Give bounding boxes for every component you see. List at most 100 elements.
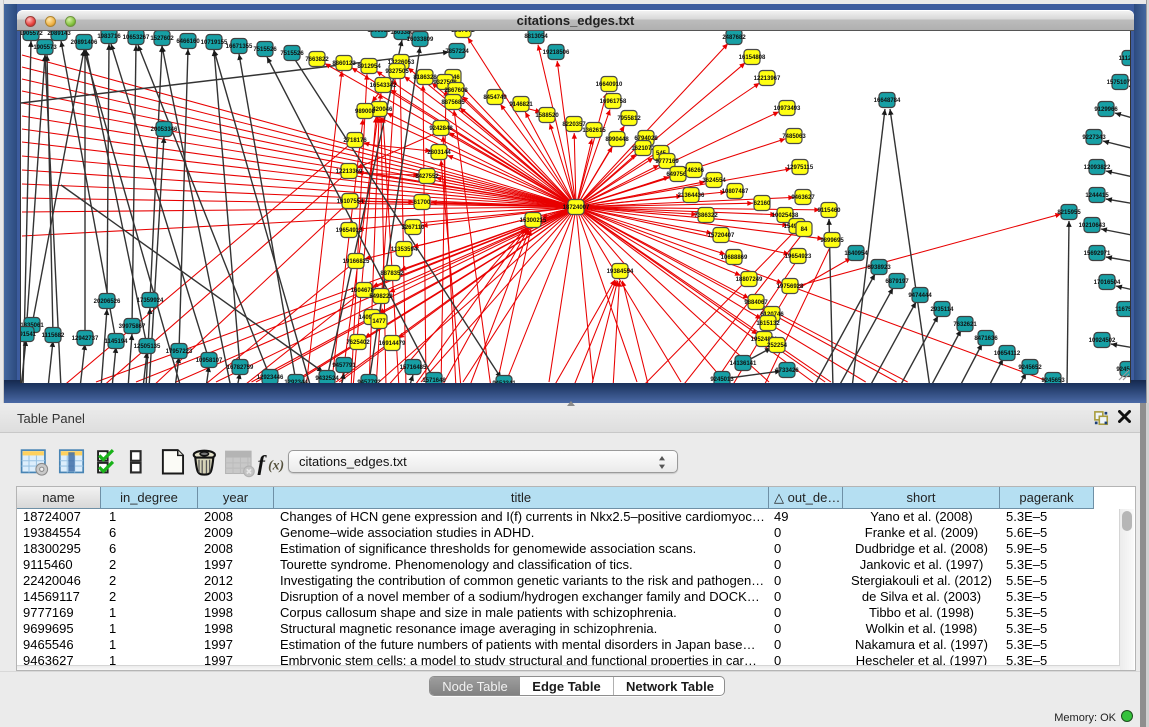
svg-text:8215955: 8215955 xyxy=(1057,210,1081,216)
svg-text:9327505: 9327505 xyxy=(385,69,409,75)
svg-text:1733426: 1733426 xyxy=(775,368,799,374)
svg-text:18724007: 18724007 xyxy=(563,205,590,211)
svg-text:9463627: 9463627 xyxy=(791,195,815,201)
svg-text:6879197: 6879197 xyxy=(885,279,909,285)
svg-text:7515526: 7515526 xyxy=(253,47,277,53)
svg-text:9245013: 9245013 xyxy=(710,377,734,383)
svg-text:12942737: 12942737 xyxy=(72,336,99,342)
svg-text:39975867: 39975867 xyxy=(119,324,146,330)
svg-text:8875685: 8875685 xyxy=(441,100,465,106)
svg-text:2867608: 2867608 xyxy=(444,88,468,94)
svg-text:15692971: 15692971 xyxy=(1084,251,1111,257)
svg-text:16671355: 16671355 xyxy=(226,44,253,50)
svg-text:1615132: 1615132 xyxy=(756,321,780,327)
svg-text:15720407: 15720407 xyxy=(708,233,735,239)
svg-text:9146821: 9146821 xyxy=(509,102,533,108)
svg-text:5498222: 5498222 xyxy=(369,294,393,300)
svg-text:8860123: 8860123 xyxy=(332,61,356,67)
svg-text:9242848: 9242848 xyxy=(429,126,453,132)
svg-text:9474444: 9474444 xyxy=(908,293,932,299)
svg-text:16543342: 16543342 xyxy=(370,83,397,89)
svg-text:7955812: 7955812 xyxy=(617,116,641,122)
svg-text:17359924: 17359924 xyxy=(137,298,164,304)
svg-text:2803144: 2803144 xyxy=(427,150,451,156)
svg-text:7485063: 7485063 xyxy=(782,134,806,140)
svg-text:3624554: 3624554 xyxy=(702,178,726,184)
svg-text:1640954: 1640954 xyxy=(844,251,868,257)
svg-text:2089143: 2089143 xyxy=(47,31,71,37)
svg-text:10807487: 10807487 xyxy=(722,189,749,195)
svg-text:19166825: 19166825 xyxy=(343,259,370,265)
svg-text:1621072: 1621072 xyxy=(631,146,655,152)
svg-text:2718176: 2718176 xyxy=(343,138,367,144)
svg-text:8427552: 8427552 xyxy=(415,174,439,180)
svg-text:15300215: 15300215 xyxy=(520,218,547,224)
svg-text:10973493: 10973493 xyxy=(774,106,801,112)
svg-text:2687672: 2687672 xyxy=(451,31,475,34)
svg-text:9129966: 9129966 xyxy=(1094,107,1118,113)
svg-text:1527602: 1527602 xyxy=(150,36,174,42)
svg-text:10719155: 10719155 xyxy=(201,40,228,46)
svg-text:3267110: 3267110 xyxy=(401,225,425,231)
svg-text:7663822: 7663822 xyxy=(305,57,329,63)
svg-text:19218506: 19218506 xyxy=(543,50,570,56)
svg-text:1115682: 1115682 xyxy=(42,333,65,339)
svg-text:9245652: 9245652 xyxy=(1018,365,1042,371)
svg-text:989008: 989008 xyxy=(355,109,376,115)
svg-text:16107554: 16107554 xyxy=(337,199,364,205)
svg-text:8813054: 8813054 xyxy=(524,34,548,40)
svg-text:17957223: 17957223 xyxy=(166,349,193,355)
svg-text:9457791: 9457791 xyxy=(332,363,356,369)
svg-text:2935114: 2935114 xyxy=(930,307,954,313)
svg-text:19756928: 19756928 xyxy=(777,284,804,290)
svg-text:1905572: 1905572 xyxy=(21,31,43,37)
svg-text:1145194: 1145194 xyxy=(104,339,128,345)
svg-text:1905573: 1905573 xyxy=(33,45,57,51)
svg-text:9899695: 9899695 xyxy=(820,238,844,244)
svg-text:7632621: 7632621 xyxy=(953,322,977,328)
svg-text:2487682: 2487682 xyxy=(722,35,746,41)
svg-text:8912954: 8912954 xyxy=(357,64,381,70)
svg-text:10653267: 10653267 xyxy=(123,35,150,41)
svg-text:20206526: 20206526 xyxy=(94,299,121,305)
svg-text:9777169: 9777169 xyxy=(655,159,679,165)
svg-text:19654923: 19654923 xyxy=(785,254,812,260)
svg-text:9115460: 9115460 xyxy=(817,208,841,214)
svg-text:1571648: 1571648 xyxy=(422,378,446,383)
svg-text:7625402: 7625402 xyxy=(346,340,370,346)
svg-text:84: 84 xyxy=(801,227,808,233)
svg-text:9432524: 9432524 xyxy=(315,376,339,382)
svg-text:9452341: 9452341 xyxy=(492,381,516,383)
svg-text:14136141: 14136141 xyxy=(730,361,757,367)
svg-text:1803022: 1803022 xyxy=(367,31,391,34)
svg-text:16782759: 16782759 xyxy=(227,365,254,371)
svg-text:10210643: 10210643 xyxy=(1079,223,1106,229)
svg-text:18807249: 18807249 xyxy=(736,277,763,283)
svg-text:9884067: 9884067 xyxy=(744,300,768,306)
svg-text:8938923: 8938923 xyxy=(867,265,891,271)
svg-text:1603380: 1603380 xyxy=(390,31,414,36)
svg-text:1983716: 1983716 xyxy=(97,34,121,40)
svg-text:9245653: 9245653 xyxy=(1041,378,1065,383)
svg-text:16961758: 16961758 xyxy=(600,99,627,105)
svg-text:6466160: 6466160 xyxy=(176,39,200,45)
svg-text:(x): (x) xyxy=(268,457,284,473)
svg-text:12213967: 12213967 xyxy=(754,76,781,82)
svg-text:8454749: 8454749 xyxy=(483,95,507,101)
svg-text:10958107: 10958107 xyxy=(196,358,223,364)
svg-text:116753: 116753 xyxy=(1115,307,1131,313)
svg-text:10924502: 10924502 xyxy=(1089,338,1116,344)
svg-text:61700: 61700 xyxy=(414,200,431,206)
svg-text:15716485: 15716485 xyxy=(400,365,427,371)
svg-text:8990448: 8990448 xyxy=(605,137,629,143)
svg-text:16033809: 16033809 xyxy=(407,37,434,43)
svg-text:16154808: 16154808 xyxy=(739,55,766,61)
svg-text:19384554: 19384554 xyxy=(607,269,634,275)
svg-text:9227343: 9227343 xyxy=(1082,135,1106,141)
svg-text:16648784: 16648784 xyxy=(874,98,901,104)
svg-text:8878352: 8878352 xyxy=(380,271,404,277)
svg-text:17016504: 17016504 xyxy=(1094,280,1121,286)
svg-text:252254: 252254 xyxy=(767,343,788,349)
svg-text:21364436: 21364436 xyxy=(678,193,705,199)
svg-text:10688869: 10688869 xyxy=(721,255,748,261)
